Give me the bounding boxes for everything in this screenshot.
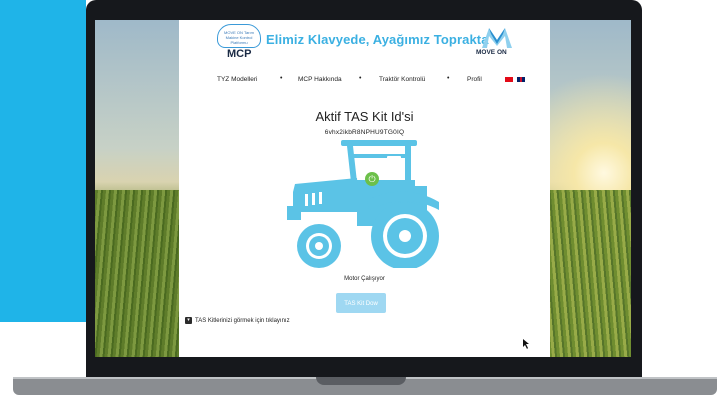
sunset-glow bbox=[541, 20, 631, 200]
site-slogan: Elimiz Klavyede, Ayağımız Toprakta bbox=[266, 32, 489, 47]
move-on-logo[interactable]: MOVE ON bbox=[476, 28, 520, 62]
wheat-field-left bbox=[95, 190, 181, 357]
nav-separator: • bbox=[447, 75, 450, 82]
nav-item-mcp-hakkinda[interactable]: MCP Hakkında bbox=[298, 76, 342, 83]
mcp-cloud-text: MOVE ON Tarım Makine Kontrol Platformu bbox=[224, 30, 254, 45]
tr-flag-icon[interactable] bbox=[505, 77, 513, 82]
move-on-logo-text: MOVE ON bbox=[476, 49, 507, 56]
nav-item-profil[interactable]: Profil bbox=[467, 76, 482, 83]
main-nav: TYZ Modelleri • MCP Hakkında • Traktör K… bbox=[179, 74, 550, 88]
tractor-icon bbox=[287, 140, 439, 268]
mcp-logo[interactable]: MOVE ON Tarım Makine Kontrol Platformu M… bbox=[217, 24, 261, 62]
tas-kits-toggle[interactable]: ▾ TAS Kitlerinizi görmek için tıklayınız bbox=[185, 317, 290, 324]
tas-kits-toggle-label: TAS Kitlerinizi görmek için tıklayınız bbox=[195, 318, 290, 325]
web-page: MOVE ON Tarım Makine Kontrol Platformu M… bbox=[179, 20, 550, 357]
engine-status: Motor Çalışıyor bbox=[344, 276, 385, 282]
mcp-logo-text: MCP bbox=[227, 48, 252, 60]
chevron-down-icon: ▾ bbox=[185, 317, 192, 324]
wheat-field-right bbox=[541, 190, 631, 357]
tas-kit-download-button[interactable]: TAS Kit Dow bbox=[336, 293, 386, 313]
laptop-screen: MOVE ON Tarım Makine Kontrol Platformu M… bbox=[95, 20, 631, 357]
nav-item-tyz-modelleri[interactable]: TYZ Modelleri bbox=[217, 76, 257, 83]
nav-separator: • bbox=[359, 75, 362, 82]
site-header: MOVE ON Tarım Makine Kontrol Platformu M… bbox=[179, 20, 550, 64]
engine-power-button[interactable]: ⏻ bbox=[365, 172, 379, 186]
laptop-notch bbox=[316, 377, 406, 385]
move-on-m-icon bbox=[482, 28, 512, 48]
uk-flag-icon[interactable] bbox=[517, 77, 525, 82]
nav-separator: • bbox=[280, 75, 283, 82]
page-title: Aktif TAS Kit Id'si bbox=[315, 109, 414, 124]
kit-id-value: 6vhx2ikbR8NPHU9TG0IQ bbox=[324, 129, 405, 136]
nav-item-traktor-kontrolu[interactable]: Traktör Kontrolü bbox=[379, 76, 425, 83]
accent-block bbox=[0, 0, 86, 322]
mouse-cursor-icon bbox=[523, 339, 529, 349]
